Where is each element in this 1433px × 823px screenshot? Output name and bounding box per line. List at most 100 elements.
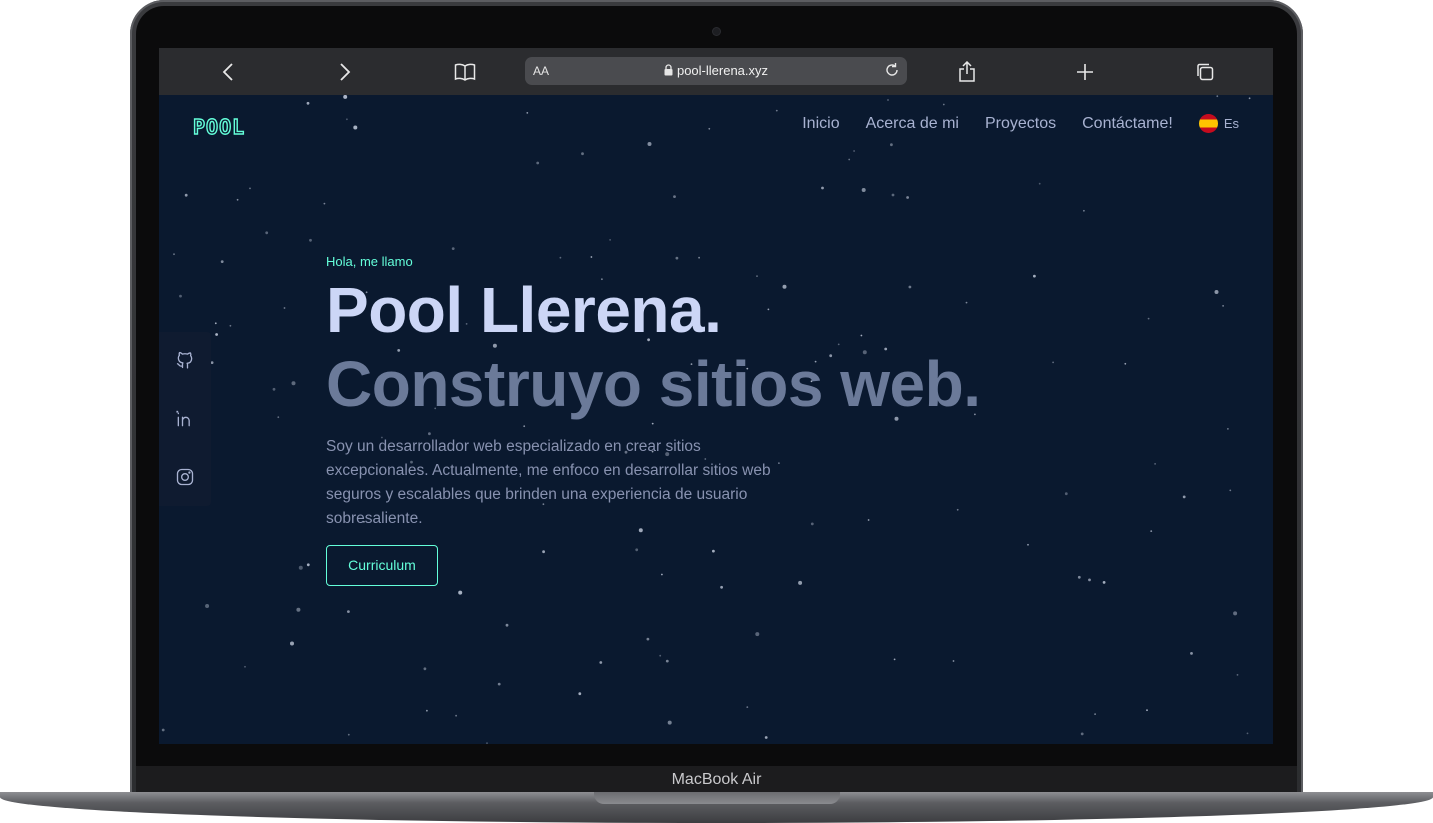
star	[236, 198, 239, 201]
star	[578, 692, 582, 696]
social-sidebar	[159, 332, 211, 506]
star	[214, 322, 217, 325]
star	[609, 239, 611, 241]
star	[296, 607, 301, 612]
nav-item-proyectos[interactable]: Proyectos	[985, 115, 1056, 133]
chevron-left-icon[interactable]	[216, 60, 240, 84]
spain-flag-icon	[1198, 114, 1218, 133]
star	[1190, 652, 1193, 655]
star	[1052, 361, 1054, 364]
star	[1214, 290, 1219, 294]
star	[526, 112, 529, 114]
star	[755, 632, 760, 637]
language-label: Es	[1223, 116, 1239, 131]
star	[215, 333, 218, 336]
camera-icon	[713, 28, 720, 35]
star	[665, 659, 669, 663]
star	[708, 127, 711, 130]
url-text: pool-llerena.xyz	[676, 63, 769, 78]
star	[309, 238, 312, 242]
language-switcher[interactable]: Es	[1198, 114, 1239, 133]
star	[306, 101, 310, 105]
star	[179, 294, 182, 298]
star	[1146, 709, 1148, 712]
star	[1182, 495, 1186, 499]
star	[1080, 732, 1084, 736]
star	[505, 623, 509, 627]
star	[952, 660, 955, 662]
star	[323, 202, 326, 205]
hero-tagline: Construyo sitios web.	[326, 348, 981, 420]
curriculum-button[interactable]: Curriculum	[326, 545, 438, 586]
star	[347, 733, 350, 736]
star	[1102, 581, 1106, 584]
star	[746, 706, 749, 708]
star	[1124, 362, 1127, 365]
site-logo[interactable]: POOL	[192, 114, 245, 139]
linkedin-icon[interactable]	[175, 409, 195, 429]
address-bar[interactable]: AA pool-llerena.xyz	[525, 57, 907, 85]
star	[890, 143, 893, 147]
star	[1083, 209, 1085, 212]
star	[346, 118, 348, 121]
star	[906, 196, 909, 199]
star	[229, 324, 232, 327]
star	[184, 193, 188, 197]
star	[853, 150, 855, 152]
star	[1236, 674, 1239, 676]
screen: AA pool-llerena.xyz POOL Inicio Acerca d…	[159, 48, 1273, 744]
main-nav: Inicio Acerca de mi Proyectos Contáctame…	[802, 114, 1239, 133]
share-icon[interactable]	[955, 60, 979, 84]
instagram-icon[interactable]	[175, 467, 195, 487]
star	[423, 667, 427, 671]
star	[347, 610, 350, 613]
star	[451, 247, 455, 251]
star	[497, 682, 501, 686]
star	[848, 158, 851, 161]
star	[1088, 578, 1091, 582]
star	[220, 260, 224, 263]
star	[306, 563, 310, 567]
star	[283, 307, 286, 309]
star	[458, 590, 463, 595]
star	[659, 654, 662, 657]
device-label: MacBook Air	[671, 771, 762, 788]
star	[1246, 732, 1249, 735]
chevron-right-icon[interactable]	[333, 60, 357, 84]
star	[290, 641, 294, 646]
star	[1150, 530, 1153, 532]
hero-description: Soy un desarrollador web especializado e…	[326, 438, 771, 527]
star	[277, 416, 280, 419]
star	[353, 125, 358, 130]
star	[1094, 713, 1096, 715]
github-icon[interactable]	[175, 350, 195, 370]
website: POOL Inicio Acerca de mi Proyectos Contá…	[159, 95, 1273, 744]
star	[161, 728, 165, 732]
book-icon[interactable]	[453, 60, 477, 84]
star	[1033, 274, 1036, 278]
star	[298, 565, 303, 570]
star	[343, 95, 348, 99]
star	[599, 661, 603, 664]
star	[1038, 182, 1041, 185]
stage: AA pool-llerena.xyz POOL Inicio Acerca d…	[0, 0, 1433, 823]
star	[775, 109, 778, 112]
nav-item-contacto[interactable]: Contáctame!	[1082, 115, 1173, 133]
star	[1229, 489, 1232, 492]
star	[244, 665, 246, 668]
nav-item-inicio[interactable]: Inicio	[802, 115, 839, 133]
star	[720, 585, 723, 589]
plus-icon[interactable]	[1073, 60, 1097, 84]
star	[1077, 575, 1081, 579]
nav-item-acerca[interactable]: Acerca de mi	[866, 115, 959, 133]
tabs-icon[interactable]	[1193, 60, 1217, 84]
star	[861, 188, 866, 192]
hero-name: Pool Llerena.	[326, 274, 722, 346]
browser-toolbar: AA pool-llerena.xyz	[159, 48, 1273, 95]
lock-icon	[664, 58, 673, 86]
star	[1027, 543, 1029, 546]
reload-icon[interactable]	[883, 61, 901, 79]
star	[821, 186, 824, 190]
star	[210, 361, 214, 364]
star	[1233, 611, 1238, 616]
